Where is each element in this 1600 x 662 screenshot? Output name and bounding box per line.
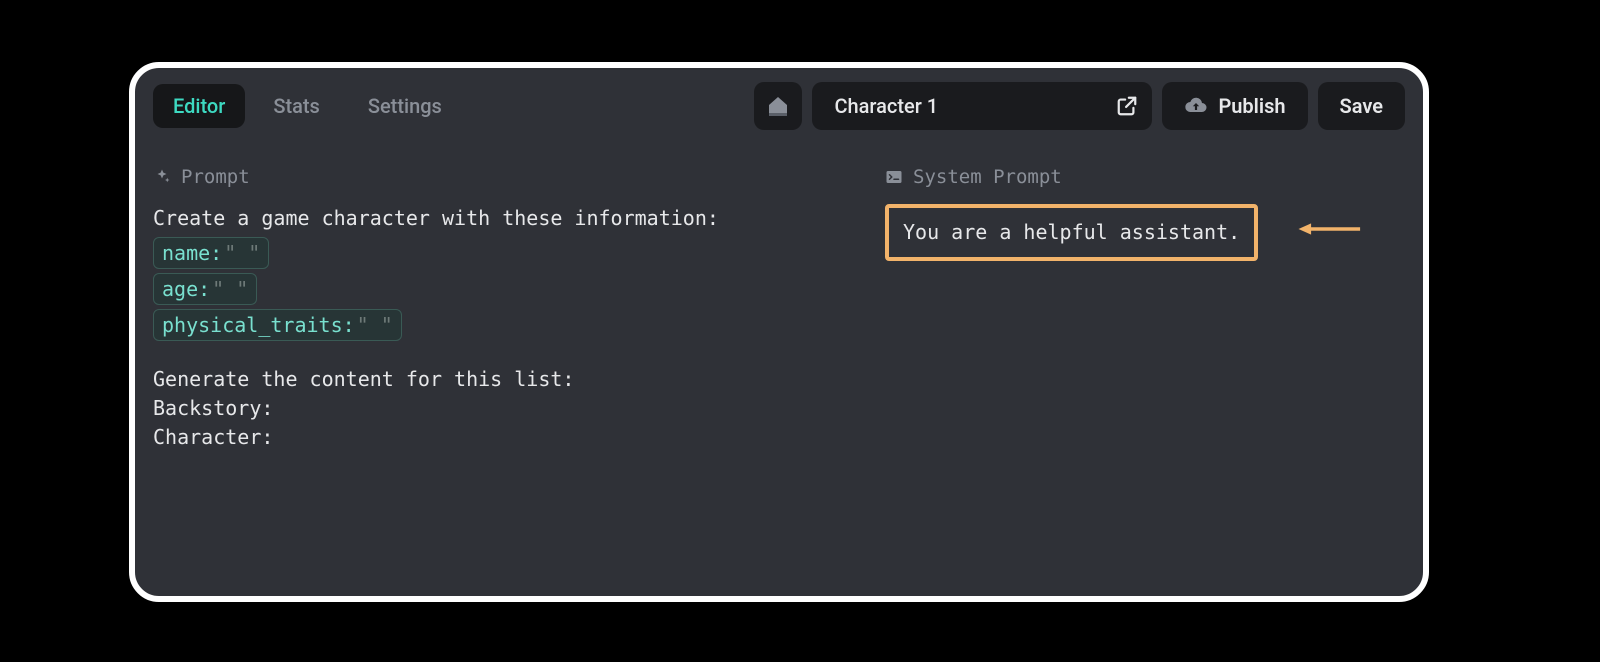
chip-physical-traits[interactable]: physical_traits: " " bbox=[153, 309, 402, 341]
chip-name[interactable]: name: " " bbox=[153, 237, 269, 269]
prompt-line-1[interactable]: Create a game character with these infor… bbox=[153, 204, 855, 233]
prompt-line-2[interactable]: Generate the content for this list: bbox=[153, 365, 855, 394]
save-button[interactable]: Save bbox=[1318, 82, 1405, 130]
save-label: Save bbox=[1340, 94, 1383, 118]
system-prompt-wrap: You are a helpful assistant. bbox=[885, 204, 1405, 261]
publish-label: Publish bbox=[1218, 94, 1285, 118]
topbar: Editor Stats Settings Character 1 bbox=[135, 68, 1423, 148]
stage: Editor Stats Settings Character 1 bbox=[0, 0, 1600, 662]
prompt-column: Prompt Create a game character with thes… bbox=[153, 148, 855, 452]
tab-group: Editor Stats Settings bbox=[153, 84, 462, 128]
chip-name-val: " " bbox=[224, 241, 260, 265]
chip-age[interactable]: age: " " bbox=[153, 273, 257, 305]
gap bbox=[153, 351, 855, 365]
home-icon bbox=[766, 94, 790, 118]
system-prompt-section-label: System Prompt bbox=[885, 166, 1405, 188]
annotation-arrow-icon bbox=[1285, 222, 1375, 236]
chip-traits-key: physical_traits: bbox=[162, 313, 355, 337]
document-title: Character 1 bbox=[834, 94, 938, 118]
tab-stats[interactable]: Stats bbox=[253, 84, 340, 128]
chip-age-val: " " bbox=[212, 277, 248, 301]
variable-chips: name: " " age: " " physical_traits: " " bbox=[153, 237, 855, 341]
chip-age-key: age: bbox=[162, 277, 210, 301]
publish-button[interactable]: Publish bbox=[1162, 82, 1307, 130]
system-prompt-label-text: System Prompt bbox=[913, 166, 1062, 188]
tab-editor[interactable]: Editor bbox=[153, 84, 245, 128]
system-prompt-text[interactable]: You are a helpful assistant. bbox=[903, 218, 1240, 247]
system-prompt-highlight-box: You are a helpful assistant. bbox=[885, 204, 1258, 261]
home-button[interactable] bbox=[754, 82, 802, 130]
sparkle-icon bbox=[153, 168, 171, 186]
cloud-upload-icon bbox=[1184, 94, 1208, 118]
document-title-box[interactable]: Character 1 bbox=[812, 82, 1152, 130]
chip-traits-val: " " bbox=[357, 313, 393, 337]
prompt-label-text: Prompt bbox=[181, 166, 250, 188]
prompt-section-label: Prompt bbox=[153, 166, 855, 188]
system-prompt-column: System Prompt You are a helpful assistan… bbox=[885, 148, 1405, 452]
prompt-line-3[interactable]: Backstory: bbox=[153, 394, 855, 423]
columns: Prompt Create a game character with thes… bbox=[135, 148, 1423, 452]
chip-name-key: name: bbox=[162, 241, 222, 265]
tab-settings[interactable]: Settings bbox=[348, 84, 462, 128]
terminal-icon bbox=[885, 168, 903, 186]
open-external-icon[interactable] bbox=[1116, 95, 1138, 117]
editor-panel: Editor Stats Settings Character 1 bbox=[129, 62, 1429, 602]
prompt-line-4[interactable]: Character: bbox=[153, 423, 855, 452]
